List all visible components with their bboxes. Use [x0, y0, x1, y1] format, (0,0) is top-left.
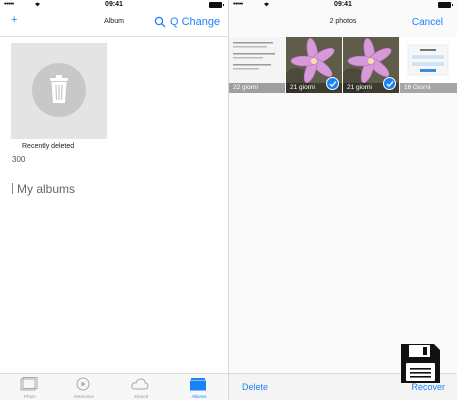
delete-button[interactable]: Delete	[242, 382, 268, 392]
days-remaining: 16 Giorni	[400, 83, 457, 93]
battery-icon	[438, 2, 453, 8]
selected-checkmark-icon	[326, 77, 339, 90]
photos-icon	[20, 377, 38, 391]
photo-thumbnail[interactable]: 16 Giorni	[400, 37, 457, 93]
tab-albums[interactable]: Albums	[179, 374, 219, 400]
photo-thumbnail[interactable]: 22 giorni	[229, 37, 285, 93]
photo-thumbnail[interactable]: 21 giorni	[343, 37, 399, 93]
recently-deleted-screen: ••••• 09:41 2 photos Cancel 22 giorni 21…	[229, 0, 457, 400]
photo-grid: 22 giorni 21 giorni 21 giorni 16 Giorni	[229, 37, 457, 93]
navigation-bar: + Album Q Change	[0, 10, 228, 37]
tab-label: Shared	[133, 394, 149, 399]
search-icon[interactable]	[154, 16, 166, 28]
album-count: 300	[12, 155, 26, 164]
albums-screen: ••••• 09:41 + Album Q Change Recently de…	[0, 0, 228, 400]
battery-icon	[209, 2, 224, 8]
divider	[12, 183, 13, 194]
photo-thumbnail[interactable]: 21 giorni	[286, 37, 342, 93]
change-button[interactable]: Q Change	[170, 16, 220, 28]
tab-memories[interactable]: Memories	[64, 374, 104, 400]
section-title: My albums	[17, 182, 76, 196]
days-remaining: 22 giorni	[229, 83, 285, 93]
recently-deleted-album[interactable]	[11, 43, 107, 139]
trash-icon	[32, 63, 86, 117]
memories-icon	[76, 377, 90, 391]
selected-checkmark-icon	[383, 77, 396, 90]
cancel-button[interactable]: Cancel	[412, 17, 443, 28]
tab-label: Photo	[24, 394, 36, 399]
navigation-bar: 2 photos Cancel	[229, 10, 457, 36]
section-header: My albums	[12, 182, 75, 196]
cloud-icon	[131, 378, 149, 390]
tab-label: Albums	[191, 394, 207, 399]
floppy-disk-icon	[401, 344, 440, 383]
clock-time: 09:41	[334, 1, 352, 8]
tab-shared[interactable]: Shared	[121, 374, 161, 400]
clock-time: 09:41	[105, 1, 123, 8]
albums-icon	[190, 378, 206, 391]
tab-label: Memories	[74, 394, 94, 399]
status-bar: ••••• 09:41	[0, 0, 228, 10]
album-name: Recently deleted	[22, 143, 75, 150]
status-bar: ••••• 09:41	[229, 0, 457, 10]
tab-photos[interactable]: Photo	[10, 374, 50, 400]
tab-bar: Photo Memories Shared Albums	[0, 373, 228, 400]
